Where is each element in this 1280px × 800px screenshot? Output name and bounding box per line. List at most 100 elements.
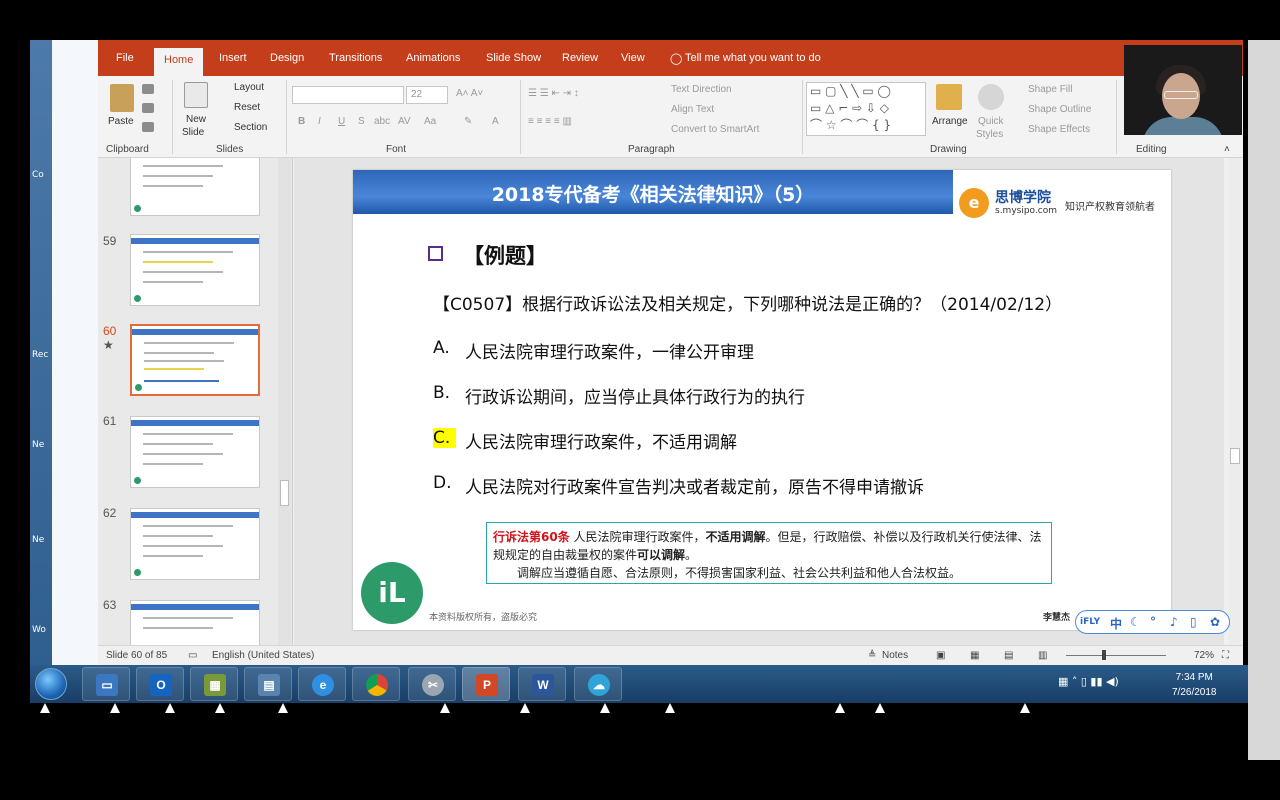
slideshow-icon[interactable]: ▥ — [1038, 650, 1047, 661]
format-painter-icon[interactable] — [142, 122, 154, 132]
arrange-icon[interactable] — [936, 84, 962, 110]
notes-button[interactable]: Notes — [882, 650, 908, 661]
change-case-button[interactable]: Aa — [424, 116, 436, 127]
font-size-field[interactable]: 22 — [406, 86, 448, 104]
bullets-icon[interactable]: ☰ ☰ ⇤ ⇥ ↕ — [528, 88, 579, 99]
underline-button[interactable]: U — [338, 116, 345, 127]
grow-font-icon[interactable]: A˄ A˅ — [456, 88, 483, 99]
font-name-field[interactable] — [292, 86, 404, 104]
windows-taskbar: ▭ O ▦ ▤ e ✂ P W ☁ ▦ ˄ ▯ ▮▮ ◀) 7:34 PM 7/… — [30, 665, 1248, 703]
arrange-button[interactable]: Arrange — [932, 116, 968, 127]
italic-button[interactable]: I — [318, 116, 321, 127]
layout-button[interactable]: Layout — [234, 82, 264, 93]
cut-icon[interactable] — [142, 84, 154, 94]
paste-button[interactable]: Paste — [108, 116, 134, 127]
tab-animations[interactable]: Animations — [406, 52, 460, 64]
tools-icon: ▦ — [204, 674, 226, 696]
slide-canvas[interactable]: 2018专代备考《相关法律知识》（5） e 思博学院 s.mysipo.com … — [353, 170, 1171, 630]
tell-me-search[interactable]: Tell me what you want to do — [685, 52, 821, 64]
taskbar-app-snipping[interactable]: ✂ — [408, 667, 456, 701]
option-text: 行政诉讼期间，应当停止具体行政行为的执行 — [465, 388, 805, 408]
tab-design[interactable]: Design — [270, 52, 304, 64]
snipping-icon: ✂ — [422, 674, 444, 696]
moon-icon[interactable]: ☾ — [1130, 615, 1141, 629]
strikethrough-button[interactable]: abc — [374, 116, 390, 127]
slide-thumbnail[interactable] — [130, 508, 260, 580]
notes-icon[interactable]: ≜ — [868, 650, 876, 661]
shadow-button[interactable]: S — [358, 116, 365, 127]
highlight-icon[interactable]: ✎ — [464, 116, 472, 127]
text-direction-button[interactable]: Text Direction — [671, 84, 732, 95]
align-icons[interactable]: ≡ ≡ ≡ ≡ ▥ — [528, 116, 572, 127]
taskbar-app-network[interactable]: ▤ — [244, 667, 292, 701]
taskbar-app-powerpoint[interactable]: P — [462, 667, 510, 701]
bold-button[interactable]: B — [298, 116, 305, 127]
quick-styles-button[interactable]: Quick — [978, 116, 1004, 127]
keyboard-icon[interactable]: ▯ — [1190, 615, 1197, 629]
new-slide-button-line2[interactable]: Slide — [182, 127, 204, 138]
option-letter-highlighted: C. — [433, 428, 457, 448]
collapse-ribbon-icon[interactable]: ˄ — [1224, 144, 1230, 155]
zoom-level[interactable]: 72% — [1194, 650, 1214, 661]
slide-thumbnail[interactable] — [130, 234, 260, 306]
reset-button[interactable]: Reset — [234, 102, 260, 113]
tab-file[interactable]: File — [116, 52, 134, 64]
tray-icons[interactable]: ▦ ˄ ▯ ▮▮ ◀) — [1058, 675, 1119, 688]
shape-effects-button[interactable]: Shape Effects — [1028, 124, 1090, 135]
char-spacing-icon[interactable]: AV — [398, 116, 411, 127]
ifly-input-toolbar[interactable]: iFLY 中 ☾ ° ♪ ▯ ✿ — [1075, 610, 1230, 634]
section-button[interactable]: Section — [234, 122, 267, 133]
powerpoint-icon: P — [476, 674, 498, 696]
slide-thumbnail[interactable] — [130, 600, 260, 645]
punctuation-icon[interactable]: ° — [1150, 615, 1156, 629]
zoom-slider-thumb[interactable] — [1102, 650, 1106, 660]
reading-view-icon[interactable]: ▤ — [1004, 650, 1013, 661]
taskbar-app-cloud[interactable]: ☁ — [574, 667, 622, 701]
ifly-language-toggle[interactable]: 中 — [1110, 615, 1122, 632]
language-status[interactable]: English (United States) — [212, 650, 314, 661]
taskbar-app-chrome[interactable] — [352, 667, 400, 701]
shape-fill-button[interactable]: Shape Fill — [1028, 84, 1072, 95]
new-slide-button[interactable]: New — [186, 114, 206, 125]
tab-view[interactable]: View — [621, 52, 645, 64]
copy-icon[interactable] — [142, 103, 154, 113]
convert-smartart-button[interactable]: Convert to SmartArt — [671, 124, 759, 135]
new-slide-icon[interactable] — [184, 82, 208, 108]
tray-clock[interactable]: 7:34 PM 7/26/2018 — [1172, 670, 1217, 700]
tab-review[interactable]: Review — [562, 52, 598, 64]
computer-icon: ▭ — [96, 674, 118, 696]
tab-insert[interactable]: Insert — [219, 52, 247, 64]
slide-thumbnail[interactable] — [130, 158, 260, 216]
align-text-button[interactable]: Align Text — [671, 104, 714, 115]
slide-scrollbar[interactable] — [1229, 158, 1241, 645]
shape-outline-button[interactable]: Shape Outline — [1028, 104, 1091, 115]
slide-thumbnail[interactable] — [130, 416, 260, 488]
brand-name: 思博学院 — [995, 190, 1051, 206]
ifly-logo[interactable]: iFLY — [1080, 617, 1100, 627]
network-icon: ▤ — [258, 674, 280, 696]
start-button[interactable] — [35, 668, 67, 700]
normal-view-icon[interactable]: ▣ — [936, 650, 945, 661]
thumbnails-scrollbar[interactable] — [278, 158, 291, 645]
slide-sorter-icon[interactable]: ▦ — [970, 650, 979, 661]
taskbar-app-tools[interactable]: ▦ — [190, 667, 238, 701]
zoom-slider[interactable] — [1066, 655, 1166, 656]
taskbar-app-computer[interactable]: ▭ — [82, 667, 130, 701]
slide-thumbnail-selected[interactable] — [130, 324, 260, 396]
microphone-icon[interactable]: ♪ — [1170, 615, 1178, 629]
spellcheck-icon[interactable]: ▭ — [188, 650, 197, 661]
tab-home[interactable]: Home — [154, 48, 204, 76]
taskbar-app-word[interactable]: W — [518, 667, 566, 701]
quick-styles-icon[interactable] — [978, 84, 1004, 110]
paste-icon[interactable] — [110, 84, 134, 112]
fit-slide-icon[interactable]: ⛶ — [1222, 650, 1229, 661]
law-text: 调解应当遵循自愿、合法原则，不得损害国家利益、社会公共利益和他人合法权益。 — [517, 566, 962, 580]
tab-slide-show[interactable]: Slide Show — [486, 52, 541, 64]
quick-styles-button-line2[interactable]: Styles — [976, 129, 1003, 140]
taskbar-app-outlook[interactable]: O — [136, 667, 184, 701]
shapes-gallery[interactable]: ▭ ▢ ╲ ╲ ▭ ◯ ▭ △ ⌐ ⇨ ⇩ ◇ ⌒ ☆ ⌒ ⌒ { } — [806, 82, 926, 136]
font-color-button[interactable]: A — [492, 116, 499, 127]
taskbar-app-ie[interactable]: e — [298, 667, 346, 701]
settings-gear-icon[interactable]: ✿ — [1210, 615, 1220, 629]
tab-transitions[interactable]: Transitions — [329, 52, 382, 64]
